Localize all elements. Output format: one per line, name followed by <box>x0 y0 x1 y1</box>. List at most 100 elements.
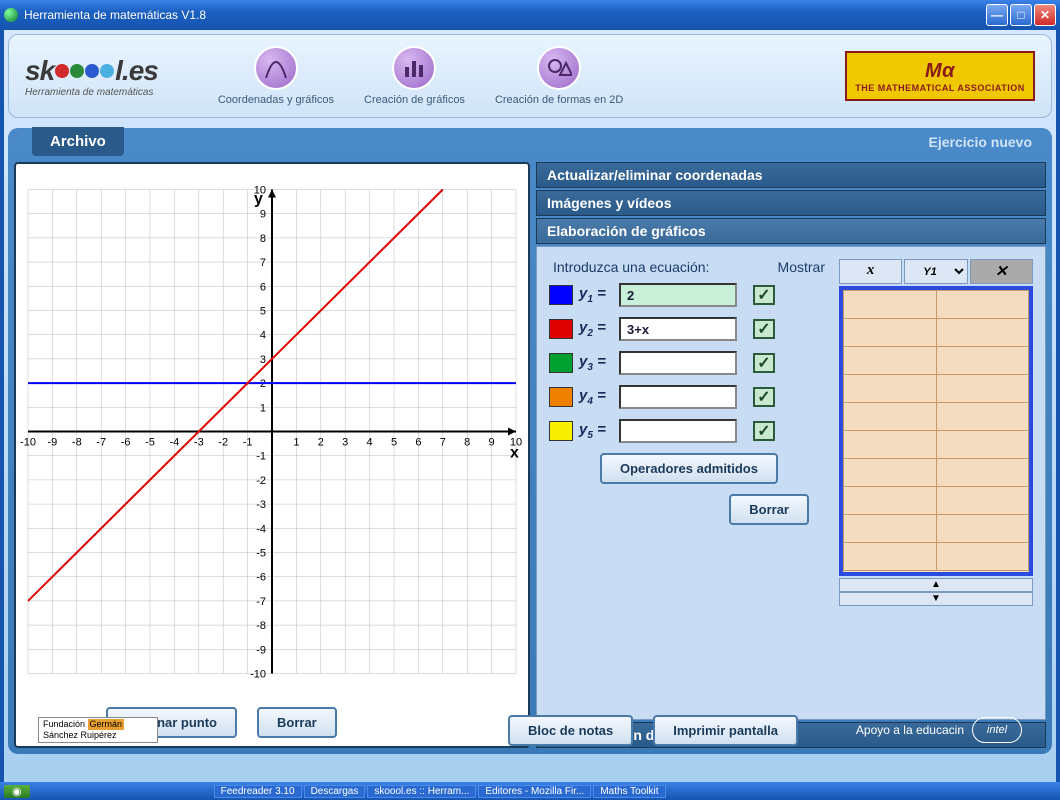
table-row[interactable] <box>844 459 1029 487</box>
color-swatch-y4[interactable] <box>549 387 573 407</box>
logo-subtitle: Herramienta de matemáticas <box>25 87 158 98</box>
nav-tab-coordinates[interactable]: Coordenadas y gráficos <box>218 46 334 106</box>
show-checkbox-y3[interactable]: ✓ <box>753 353 775 373</box>
taskbar-item[interactable]: Maths Toolkit <box>593 785 665 798</box>
table-row[interactable] <box>844 431 1029 459</box>
panel-graph-creation[interactable]: Elaboración de gráficos <box>536 218 1046 244</box>
svg-text:6: 6 <box>260 281 266 293</box>
equation-label: y4 = <box>579 387 613 407</box>
svg-text:-7: -7 <box>256 596 266 608</box>
show-checkbox-y4[interactable]: ✓ <box>753 387 775 407</box>
brand-logo: sk l.es Herramienta de matemáticas <box>25 55 158 98</box>
color-swatch-y1[interactable] <box>549 285 573 305</box>
taskbar-item[interactable]: Feedreader 3.10 <box>214 785 302 798</box>
equation-row-y3: y3 = ✓ <box>549 351 829 375</box>
nav-tab-label: Creación de gráficos <box>364 94 465 106</box>
window-titlebar: Herramienta de matemáticas V1.8 — □ ✕ <box>0 0 1060 30</box>
equation-row-y1: y1 = ✓ <box>549 283 829 307</box>
graph-canvas[interactable]: -10-9-8-7-6-5-4-3-2-112345678910-10-9-8-… <box>20 168 524 695</box>
allowed-operators-button[interactable]: Operadores admitidos <box>600 453 778 484</box>
svg-text:x: x <box>510 445 519 462</box>
svg-text:-2: -2 <box>256 475 266 487</box>
maximize-button[interactable]: □ <box>1010 4 1032 26</box>
svg-text:2: 2 <box>318 437 324 449</box>
table-scroll-down[interactable]: ▼ <box>839 592 1033 606</box>
svg-text:4: 4 <box>367 437 373 449</box>
svg-text:-10: -10 <box>250 669 266 681</box>
table-row[interactable] <box>844 515 1029 543</box>
taskbar-item[interactable]: Editores - Mozilla Fir... <box>478 785 591 798</box>
equation-panel-body: Introduzca una ecuación: Mostrar y1 = ✓ … <box>536 246 1046 720</box>
logo-prefix: sk <box>25 55 54 87</box>
archivo-menu[interactable]: Archivo <box>32 127 124 156</box>
clear-equation-button[interactable]: Borrar <box>729 494 809 525</box>
color-swatch-y3[interactable] <box>549 353 573 373</box>
mostrar-label: Mostrar <box>778 259 825 275</box>
show-checkbox-y5[interactable]: ✓ <box>753 421 775 441</box>
table-row[interactable] <box>844 375 1029 403</box>
equation-label: y3 = <box>579 353 613 373</box>
print-screen-button[interactable]: Imprimir pantalla <box>653 715 798 746</box>
table-row[interactable] <box>844 543 1029 571</box>
nav-tab-shapes[interactable]: Creación de formas en 2D <box>495 46 623 106</box>
bars-icon <box>392 46 436 90</box>
table-row[interactable] <box>844 487 1029 515</box>
equation-intro-label: Introduzca una ecuación: <box>553 259 709 275</box>
color-swatch-y2[interactable] <box>549 319 573 339</box>
show-checkbox-y2[interactable]: ✓ <box>753 319 775 339</box>
taskbar-item[interactable]: Descargas <box>304 785 366 798</box>
table-close-button[interactable]: ✕ <box>970 259 1033 284</box>
table-scroll-up[interactable]: ▲ <box>839 578 1033 592</box>
panel-images-videos[interactable]: Imágenes y vídeos <box>536 190 1046 216</box>
nav-tab-charts[interactable]: Creación de gráficos <box>364 46 465 106</box>
equation-label: y1 = <box>579 285 613 305</box>
intel-logo: intel <box>972 717 1022 743</box>
app-header: sk l.es Herramienta de matemáticas Coord… <box>8 34 1052 118</box>
equation-label: y5 = <box>579 421 613 441</box>
svg-text:1: 1 <box>293 437 299 449</box>
show-checkbox-y1[interactable]: ✓ <box>753 285 775 305</box>
windows-taskbar[interactable]: ◉ Feedreader 3.10Descargasskoool.es :: H… <box>0 782 1060 800</box>
svg-text:-6: -6 <box>121 437 131 449</box>
main-panel: Archivo Ejercicio nuevo -10-9-8-7-6-5-4-… <box>8 128 1052 754</box>
table-header-x: x <box>839 259 902 284</box>
svg-text:7: 7 <box>260 257 266 269</box>
equation-row-y2: y2 = ✓ <box>549 317 829 341</box>
equation-input-y3[interactable] <box>619 351 737 375</box>
minimize-button[interactable]: — <box>986 4 1008 26</box>
start-button[interactable]: ◉ <box>4 785 30 798</box>
taskbar-item[interactable]: skoool.es :: Herram... <box>367 785 476 798</box>
logo-suffix: l.es <box>115 55 158 87</box>
svg-text:3: 3 <box>342 437 348 449</box>
table-y-select[interactable]: Y1 <box>904 259 967 284</box>
shapes-icon <box>537 46 581 90</box>
panel-update-coordinates[interactable]: Actualizar/eliminar coordenadas <box>536 162 1046 188</box>
notepad-button[interactable]: Bloc de notas <box>508 715 633 746</box>
svg-text:9: 9 <box>260 209 266 221</box>
svg-text:-9: -9 <box>48 437 58 449</box>
svg-text:-5: -5 <box>145 437 155 449</box>
svg-text:9: 9 <box>489 437 495 449</box>
equation-label: y2 = <box>579 319 613 339</box>
nav-tab-label: Creación de formas en 2D <box>495 94 623 106</box>
footer-band: Fundación Germán Sánchez Ruipérez Bloc d… <box>8 710 1052 750</box>
equation-input-y1[interactable] <box>619 283 737 307</box>
data-table[interactable] <box>839 286 1033 576</box>
equation-input-y2[interactable] <box>619 317 737 341</box>
equation-row-y4: y4 = ✓ <box>549 385 829 409</box>
table-row[interactable] <box>844 319 1029 347</box>
svg-text:-6: -6 <box>256 572 266 584</box>
svg-text:8: 8 <box>260 233 266 245</box>
table-row[interactable] <box>844 347 1029 375</box>
svg-text:-3: -3 <box>194 437 204 449</box>
table-row[interactable] <box>844 403 1029 431</box>
close-button[interactable]: ✕ <box>1034 4 1056 26</box>
equation-input-y4[interactable] <box>619 385 737 409</box>
table-row[interactable] <box>844 291 1029 319</box>
new-exercise-link[interactable]: Ejercicio nuevo <box>929 134 1032 150</box>
equation-input-y5[interactable] <box>619 419 737 443</box>
svg-text:y: y <box>254 191 263 208</box>
graph-panel: -10-9-8-7-6-5-4-3-2-112345678910-10-9-8-… <box>14 162 530 748</box>
color-swatch-y5[interactable] <box>549 421 573 441</box>
svg-text:5: 5 <box>391 437 397 449</box>
